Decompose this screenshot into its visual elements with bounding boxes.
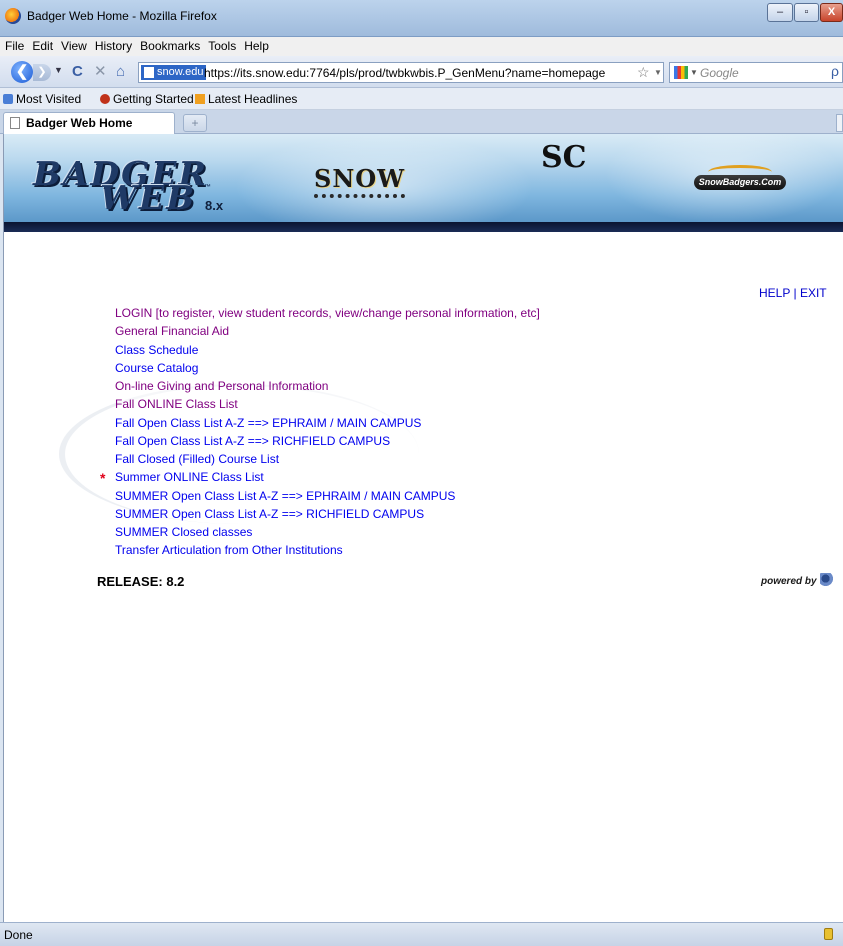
menu-link[interactable]: Fall Open Class List A-Z ==> EPHRAIM / M… <box>115 416 421 430</box>
banner-divider <box>4 222 843 232</box>
menu-history[interactable]: History <box>91 37 136 53</box>
menu-link[interactable]: Fall ONLINE Class List <box>115 397 238 411</box>
menu-item-financial-aid: General Financial Aid <box>115 322 540 340</box>
trademark-mark: ™ <box>204 184 211 191</box>
forward-button[interactable]: ❯ <box>33 64 51 81</box>
window-title-bar: Badger Web Home - Mozilla Firefox – ▫ X <box>0 0 843 37</box>
badger-web-banner: BADGER WEB ™ 8.x SNOW SC SnowBadgers.Com <box>4 134 843 222</box>
rss-icon <box>195 94 205 104</box>
bookmarks-toolbar: Most Visited Getting Started Latest Head… <box>0 88 843 110</box>
most-visited-icon <box>3 94 13 104</box>
tab-bar: Badger Web Home + <box>0 110 843 134</box>
menu-tools[interactable]: Tools <box>204 37 240 53</box>
address-bar[interactable]: snow.edu https://its.snow.edu:7764/pls/p… <box>138 62 664 83</box>
menu-item-transfer-articulation: Transfer Articulation from Other Institu… <box>115 541 540 559</box>
search-engine-dropdown-icon[interactable]: ▼ <box>690 68 698 77</box>
menu-item-fall-open-ephraim: Fall Open Class List A-Z ==> EPHRAIM / M… <box>115 414 540 432</box>
search-input[interactable]: Google <box>700 66 739 80</box>
menu-item-summer-open-ephraim: SUMMER Open Class List A-Z ==> EPHRAIM /… <box>115 487 540 505</box>
menu-link[interactable]: LOGIN [to register, view student records… <box>115 306 540 320</box>
main-menu-list: LOGIN [to register, view student records… <box>115 304 540 560</box>
new-item-marker: * <box>100 470 106 486</box>
menu-item-course-catalog: Course Catalog <box>115 359 540 377</box>
exit-link[interactable]: EXIT <box>800 286 827 300</box>
history-dropdown-icon[interactable]: ▼ <box>54 65 63 75</box>
window-title: Badger Web Home - Mozilla Firefox <box>27 9 217 23</box>
help-link[interactable]: HELP <box>759 286 790 300</box>
bookmark-most-visited[interactable]: Most Visited <box>3 92 81 106</box>
tab-badger-web-home[interactable]: Badger Web Home <box>3 112 175 134</box>
help-exit-links: HELP | EXIT <box>759 286 827 300</box>
menu-link[interactable]: Course Catalog <box>115 361 198 375</box>
menu-item-fall-open-richfield: Fall Open Class List A-Z ==> RICHFIELD C… <box>115 432 540 450</box>
menu-item-login: LOGIN [to register, view student records… <box>115 304 540 322</box>
home-icon[interactable]: ⌂ <box>116 63 125 81</box>
bookmark-getting-started[interactable]: Getting Started <box>100 92 194 106</box>
tab-scroll-button[interactable] <box>836 114 843 132</box>
menu-item-summer-online: Summer ONLINE Class List <box>115 468 540 486</box>
menu-item-fall-closed: Fall Closed (Filled) Course List <box>115 450 540 468</box>
menu-item-online-giving: On-line Giving and Personal Information <box>115 377 540 395</box>
lock-icon[interactable] <box>824 928 833 940</box>
sungard-logo-icon <box>819 573 836 587</box>
menu-view[interactable]: View <box>57 37 91 53</box>
page-icon <box>144 67 154 78</box>
badger-web-logo-web: WEB <box>100 178 197 217</box>
site-identity-label: snow.edu <box>157 66 204 78</box>
search-icon[interactable]: ρ <box>831 63 839 79</box>
release-label: RELEASE: 8.2 <box>97 574 185 589</box>
bookmark-star-icon[interactable]: ☆ <box>637 64 650 81</box>
site-identity-button[interactable]: snow.edu <box>141 65 207 80</box>
menu-help[interactable]: Help <box>240 37 273 53</box>
firefox-icon <box>5 8 21 24</box>
menu-link[interactable]: Class Schedule <box>115 343 198 357</box>
powered-by-text: powered by <box>761 576 817 587</box>
search-bar[interactable]: ▼ Google ρ <box>669 62 843 83</box>
menu-link[interactable]: SUMMER Open Class List A-Z ==> RICHFIELD… <box>115 507 424 521</box>
menu-link[interactable]: Transfer Articulation from Other Institu… <box>115 543 343 557</box>
close-button[interactable]: X <box>820 3 843 22</box>
maximize-button[interactable]: ▫ <box>794 3 819 22</box>
menu-edit[interactable]: Edit <box>28 37 57 53</box>
badger-web-version: 8.x <box>205 198 224 213</box>
getting-started-icon <box>100 94 110 104</box>
url-dropdown-icon[interactable]: ▼ <box>654 68 662 77</box>
tab-label: Badger Web Home <box>26 116 133 130</box>
powered-by-logo[interactable]: powered by <box>761 573 836 587</box>
menu-link[interactable]: Fall Closed (Filled) Course List <box>115 452 279 466</box>
menu-link[interactable]: SUMMER Closed classes <box>115 525 252 539</box>
page-viewport: BADGER WEB ™ 8.x SNOW SC SnowBadgers.Com… <box>3 134 843 922</box>
menu-item-summer-closed: SUMMER Closed classes <box>115 523 540 541</box>
snowbadgers-logo[interactable]: SnowBadgers.Com <box>694 175 786 190</box>
google-icon[interactable] <box>674 66 688 79</box>
menu-link[interactable]: General Financial Aid <box>115 324 229 338</box>
page-icon <box>10 117 20 129</box>
back-button[interactable]: ❮ <box>11 61 33 83</box>
status-text: Done <box>4 928 33 942</box>
menu-file[interactable]: File <box>0 37 28 53</box>
minimize-button[interactable]: – <box>767 3 793 22</box>
menu-item-fall-online: Fall ONLINE Class List <box>115 395 540 413</box>
url-text[interactable]: https://its.snow.edu:7764/pls/prod/twbkw… <box>204 66 605 80</box>
menu-link[interactable]: SUMMER Open Class List A-Z ==> EPHRAIM /… <box>115 489 455 503</box>
menu-link[interactable]: Fall Open Class List A-Z ==> RICHFIELD C… <box>115 434 390 448</box>
menu-item-class-schedule: Class Schedule <box>115 341 540 359</box>
help-exit-separator: | <box>793 286 797 300</box>
sc-logo: SC <box>541 140 587 175</box>
snow-logo: SNOW <box>314 164 406 198</box>
menu-item-summer-open-richfield: SUMMER Open Class List A-Z ==> RICHFIELD… <box>115 505 540 523</box>
bookmark-latest-headlines[interactable]: Latest Headlines <box>195 92 297 106</box>
navigation-toolbar: ❮ ❯ ▼ C ✕ ⌂ snow.edu https://its.snow.ed… <box>0 56 843 88</box>
menu-bookmarks[interactable]: Bookmarks <box>136 37 204 53</box>
reload-icon[interactable]: C <box>72 63 83 81</box>
menu-link[interactable]: On-line Giving and Personal Information <box>115 379 328 393</box>
new-tab-button[interactable]: + <box>183 114 207 132</box>
stop-icon[interactable]: ✕ <box>94 63 107 81</box>
status-bar: Done <box>0 922 843 946</box>
menu-bar: File Edit View History Bookmarks Tools Help <box>0 37 843 56</box>
menu-link[interactable]: Summer ONLINE Class List <box>115 470 264 484</box>
